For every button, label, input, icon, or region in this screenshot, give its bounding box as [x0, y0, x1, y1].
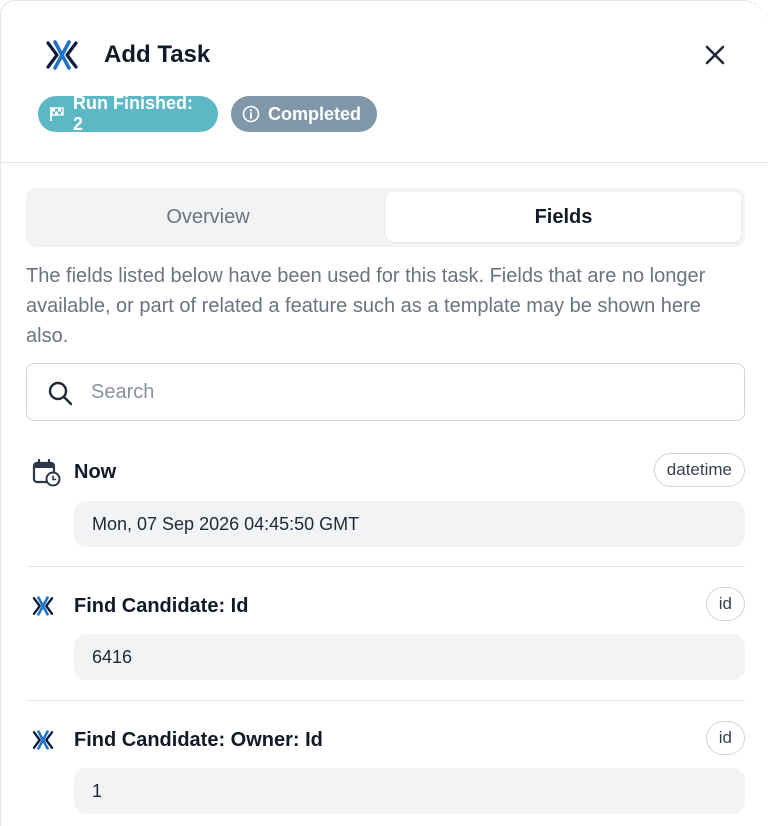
panel-header: Add Task Run Finished: 2 Completed: [1, 1, 768, 163]
field-item: Find Candidate: Owner: Id id 1: [26, 721, 745, 821]
field-item: Now datetime Mon, 07 Sep 2026 04:45:50 G…: [26, 453, 745, 553]
search-box: [26, 363, 745, 421]
completed-badge: Completed: [231, 96, 377, 132]
field-name: Now: [74, 461, 117, 483]
divider: [26, 700, 745, 701]
info-icon: [242, 105, 260, 123]
add-task-panel: Add Task Run Finished: 2 Completed Overv…: [0, 0, 768, 826]
field-value: 1: [74, 768, 745, 814]
fields-description: The fields listed below have been used f…: [26, 265, 706, 347]
field-type-badge: datetime: [653, 453, 745, 487]
run-finished-badge: Run Finished: 2: [38, 93, 218, 134]
field-name: Find Candidate: Id: [74, 595, 249, 617]
field-value: Mon, 07 Sep 2026 04:45:50 GMT: [74, 501, 745, 547]
tab-fields[interactable]: Fields: [386, 192, 741, 242]
brand-x-icon: [32, 730, 54, 750]
field-type-badge: id: [705, 721, 745, 755]
calendar-clock-icon: [32, 458, 61, 487]
search-input[interactable]: [91, 372, 721, 412]
flag-icon: [50, 107, 64, 121]
status-badges: Run Finished: 2 Completed: [38, 93, 377, 134]
tab-bar: Overview Fields: [26, 188, 745, 247]
field-type-badge: id: [705, 587, 745, 621]
badge-label: Completed: [268, 103, 362, 124]
page-title: Add Task: [104, 41, 211, 68]
field-value: 6416: [74, 634, 745, 680]
badge-label: Run Finished: 2: [73, 93, 193, 134]
field-name: Find Candidate: Owner: Id: [74, 729, 323, 751]
tab-overview[interactable]: Overview: [30, 192, 386, 242]
search-icon: [48, 381, 73, 406]
brand-x-icon: [32, 596, 54, 616]
brand-x-logo: [46, 40, 78, 70]
divider: [26, 566, 745, 567]
field-item: Find Candidate: Id id 6416: [26, 587, 745, 687]
close-icon[interactable]: [701, 41, 729, 69]
